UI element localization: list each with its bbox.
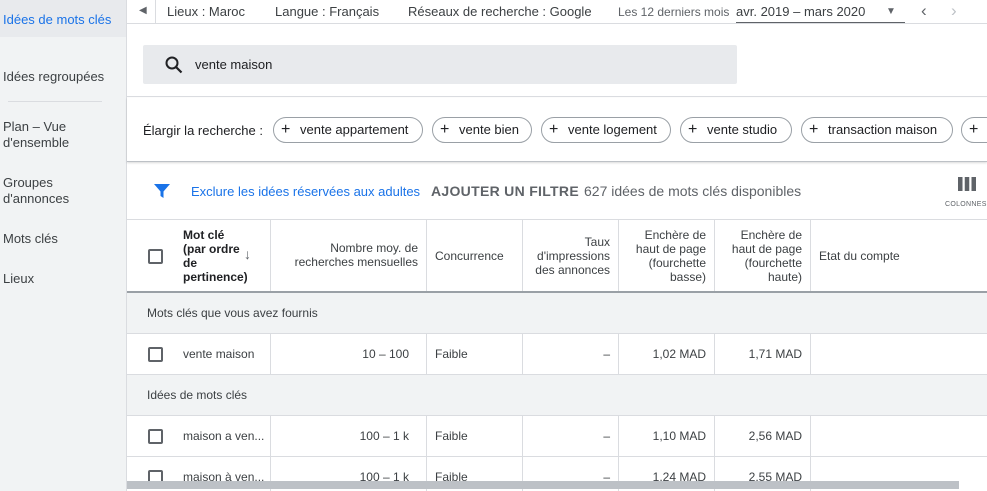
- table-row[interactable]: vente maison 10 – 100 Faible – 1,02 MAD …: [127, 334, 987, 375]
- search-input[interactable]: [195, 45, 715, 84]
- plus-icon: +: [688, 121, 698, 138]
- keyword-cell: maison a ven...: [127, 416, 271, 456]
- sidebar-item-plan-overview[interactable]: Plan – Vue d'ensemble: [0, 119, 90, 151]
- columns-icon[interactable]: [958, 177, 976, 191]
- network-selector[interactable]: Réseaux de recherche : Google: [408, 4, 592, 19]
- section-provided-keywords: Mots clés que vous avez fournis: [127, 293, 987, 334]
- plus-icon: +: [809, 121, 819, 138]
- col-account-status-label: Etat du compte: [819, 249, 900, 263]
- col-account-status[interactable]: Etat du compte: [811, 220, 987, 291]
- locations-selector[interactable]: Lieux : Maroc: [167, 4, 245, 19]
- bid-low-cell: 1,02 MAD: [619, 334, 715, 374]
- sort-arrow-down-icon: ↓: [244, 246, 251, 262]
- col-impressions[interactable]: Taux d'impressions des annonces: [523, 220, 619, 291]
- sidebar-item-label: Idées de mots clés: [3, 12, 112, 27]
- sidebar-item-grouped-ideas[interactable]: Idées regroupées: [0, 69, 108, 85]
- sidebar-item-label: Plan – Vue d'ensemble: [3, 119, 70, 150]
- columns-label[interactable]: COLONNES: [945, 201, 987, 208]
- sidebar-item-ad-groups[interactable]: Groupes d'annonces: [0, 175, 90, 207]
- plus-icon: +: [281, 121, 291, 138]
- competition-cell: Faible: [427, 416, 523, 456]
- sidebar: Idées de mots clés Idées regroupées Plan…: [0, 0, 127, 491]
- caret-down-icon[interactable]: ▼: [886, 6, 896, 17]
- plus-icon: +: [969, 121, 979, 138]
- bid-high-cell: 1,71 MAD: [715, 334, 811, 374]
- sidebar-item-label: Groupes d'annonces: [3, 175, 70, 206]
- period-label: Les 12 derniers mois: [618, 5, 730, 19]
- chevron-right-icon[interactable]: ›: [951, 1, 957, 21]
- language-selector[interactable]: Langue : Français: [275, 4, 379, 19]
- account-status-cell: [811, 416, 987, 456]
- search-area: [127, 25, 987, 97]
- search-icon: [165, 56, 183, 74]
- divider: [155, 0, 156, 24]
- sidebar-item-label: Idées regroupées: [3, 69, 105, 84]
- chip-vente-logement[interactable]: + vente logement: [541, 117, 671, 143]
- sidebar-item-label: Lieux: [3, 271, 35, 286]
- keyword-cell: vente maison: [127, 334, 271, 374]
- sidebar-divider: [8, 101, 102, 102]
- bid-high-cell: 2,56 MAD: [715, 416, 811, 456]
- chip-transaction-maison[interactable]: + transaction maison: [801, 117, 953, 143]
- chip-more[interactable]: +: [961, 117, 987, 143]
- sidebar-item-locations[interactable]: Lieux: [0, 271, 38, 287]
- date-range-selector[interactable]: avr. 2019 – mars 2020: [736, 4, 865, 19]
- add-filter-button[interactable]: AJOUTER UN FILTRE: [431, 183, 579, 199]
- table-row[interactable]: maison a ven... 100 – 1 k Faible – 1,10 …: [127, 416, 987, 457]
- plus-icon: +: [549, 121, 559, 138]
- col-bid-high-label: Enchère de haut de page (fourchette haut…: [731, 228, 802, 284]
- section-title: Mots clés que vous avez fournis: [147, 306, 318, 320]
- plus-icon: +: [440, 121, 450, 138]
- impressions-cell: –: [523, 416, 619, 456]
- chip-vente-appartement[interactable]: + vente appartement: [273, 117, 423, 143]
- collapse-left-icon[interactable]: ◀: [139, 5, 147, 16]
- horizontal-scrollbar[interactable]: [127, 481, 959, 489]
- ideas-count: 627 idées de mots clés disponibles: [584, 183, 802, 199]
- date-range-underline: [736, 22, 905, 23]
- col-searches-label: Nombre moy. de recherches mensuelles: [294, 241, 418, 269]
- searches-cell: 10 – 100: [271, 334, 427, 374]
- bid-low-cell: 1,10 MAD: [619, 416, 715, 456]
- sidebar-item-label: Mots clés: [3, 231, 58, 246]
- col-competition-label: Concurrence: [435, 249, 504, 263]
- chip-vente-studio[interactable]: + vente studio: [680, 117, 792, 143]
- search-box[interactable]: [143, 45, 737, 84]
- chip-vente-bien[interactable]: + vente bien: [432, 117, 532, 143]
- targeting-bar: ◀ Lieux : Maroc Langue : Français Réseau…: [127, 0, 987, 24]
- broaden-search-bar: Élargir la recherche : + vente appartemen…: [127, 98, 987, 162]
- table-header: Mot clé (par ordre de pertinence) ↓ Nomb…: [127, 220, 987, 293]
- broaden-label: Élargir la recherche :: [143, 123, 263, 138]
- filter-icon[interactable]: [153, 182, 171, 200]
- col-bid-low[interactable]: Enchère de haut de page (fourchette bass…: [619, 220, 715, 291]
- competition-cell: Faible: [427, 334, 523, 374]
- col-competition[interactable]: Concurrence: [427, 220, 523, 291]
- searches-cell: 100 – 1 k: [271, 416, 427, 456]
- sidebar-item-keyword-ideas[interactable]: Idées de mots clés: [0, 0, 126, 37]
- chevron-left-icon[interactable]: ‹: [921, 1, 927, 21]
- filter-row: Exclure les idées réservées aux adultes …: [127, 163, 987, 220]
- impressions-cell: –: [523, 334, 619, 374]
- account-status-cell: [811, 334, 987, 374]
- col-keyword[interactable]: Mot clé (par ordre de pertinence) ↓: [127, 220, 271, 291]
- col-keyword-label: Mot clé (par ordre de pertinence): [183, 228, 248, 284]
- sidebar-item-keywords[interactable]: Mots clés: [0, 231, 62, 247]
- col-searches[interactable]: Nombre moy. de recherches mensuelles: [271, 220, 427, 291]
- section-title: Idées de mots clés: [147, 388, 248, 402]
- section-keyword-ideas: Idées de mots clés: [127, 375, 987, 416]
- col-impressions-label: Taux d'impressions des annonces: [535, 235, 610, 277]
- col-bid-low-label: Enchère de haut de page (fourchette bass…: [635, 228, 706, 284]
- exclude-adult-ideas-link[interactable]: Exclure les idées réservées aux adultes: [191, 184, 420, 199]
- col-bid-high[interactable]: Enchère de haut de page (fourchette haut…: [715, 220, 811, 291]
